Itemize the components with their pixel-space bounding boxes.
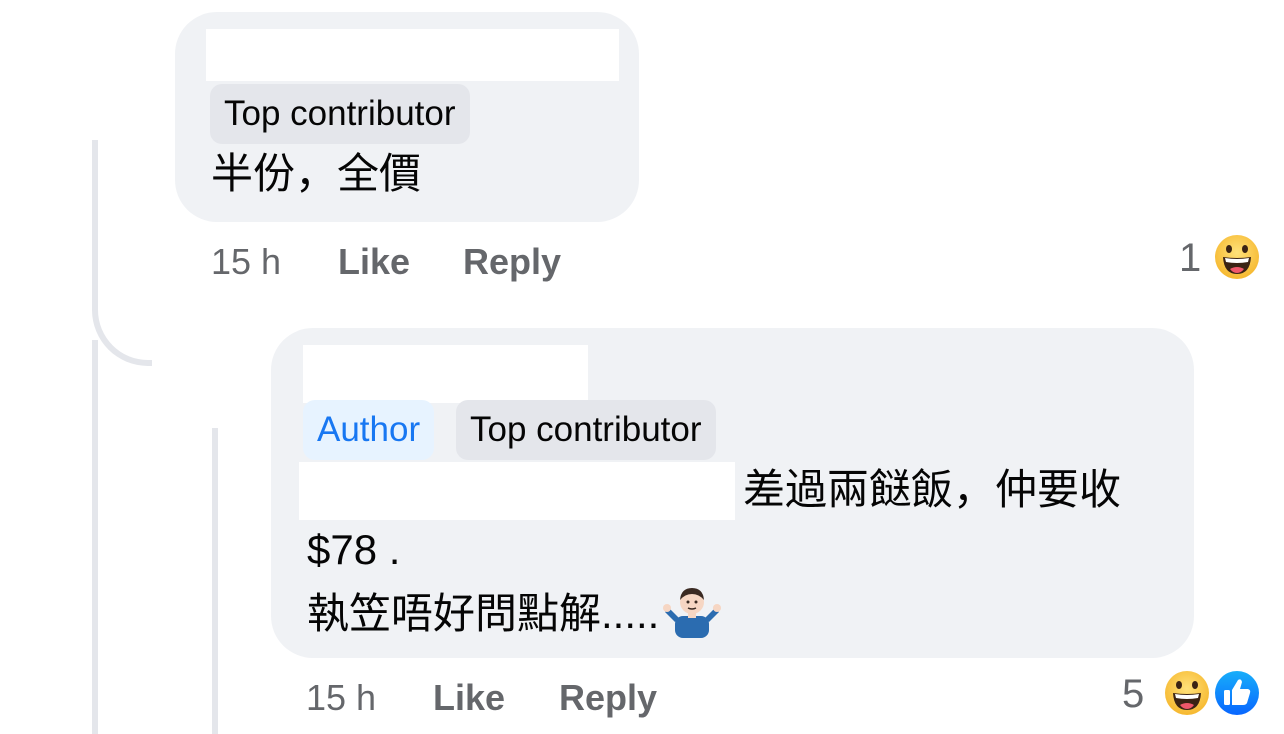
reply-comment-bubble: Author Top contributor 差過兩餸飯，仲要收 $78 . 執… — [271, 328, 1194, 658]
haha-icon[interactable] — [1162, 668, 1212, 718]
like-button[interactable]: Like — [433, 678, 505, 718]
author-badge: Author — [303, 400, 435, 460]
redacted-mention — [299, 462, 735, 520]
top-contributor-badge: Top contributor — [210, 84, 470, 144]
reply-button[interactable]: Reply — [559, 678, 657, 718]
haha-icon[interactable] — [1212, 232, 1262, 282]
thread-connector-line — [92, 140, 152, 366]
comment-timestamp[interactable]: 15 h — [211, 242, 281, 282]
comment-text: 半份，全價 — [211, 150, 422, 197]
comment-text-line: 差過兩餸飯，仲要收 — [743, 466, 1122, 513]
comment-text-line: 執笠唔好問點解..... — [307, 582, 722, 644]
reaction-count[interactable]: 5 — [1122, 672, 1144, 716]
comment-timestamp[interactable]: 15 h — [306, 678, 376, 718]
reply-button[interactable]: Reply — [463, 242, 561, 282]
person-shrugging-emoji-icon — [663, 588, 722, 638]
author-name-redacted[interactable] — [303, 345, 588, 403]
comment-text-line: $78 . — [307, 526, 401, 573]
like-icon[interactable] — [1212, 668, 1262, 718]
author-name-redacted[interactable] — [206, 29, 619, 81]
reply-thread-line — [212, 428, 218, 734]
thread-line — [92, 340, 98, 734]
comment-text-segment: 執笠唔好問點解..... — [307, 590, 660, 637]
like-button[interactable]: Like — [338, 242, 410, 282]
comment-bubble: Top contributor 半份，全價 — [175, 12, 639, 222]
reaction-count[interactable]: 1 — [1179, 236, 1201, 280]
top-contributor-badge: Top contributor — [456, 400, 716, 460]
